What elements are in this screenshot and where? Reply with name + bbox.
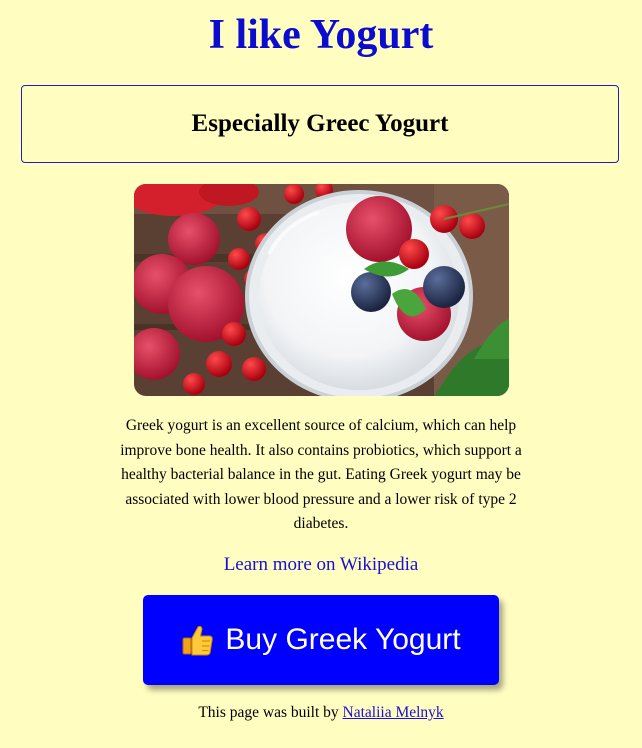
page-title: I like Yogurt	[208, 12, 434, 58]
wiki-link-container: Learn more on Wikipedia	[0, 553, 642, 577]
description-text: Greek yogurt is an excellent source of c…	[120, 417, 522, 532]
buy-greek-yogurt-button[interactable]: Buy Greek Yogurt	[143, 595, 499, 685]
footer-prefix: This page was built by	[198, 704, 339, 721]
buy-button-label: Buy Greek Yogurt	[225, 623, 461, 656]
author-link[interactable]: Nataliia Melnyk	[343, 704, 444, 721]
wikipedia-link[interactable]: Learn more on Wikipedia	[224, 554, 419, 575]
subtitle-box: Especially Greec Yogurt	[21, 85, 619, 163]
thumbs-up-icon	[181, 623, 215, 657]
footer: This page was built by Nataliia Melnyk	[0, 702, 642, 724]
greek-yogurt-image	[134, 184, 509, 396]
page-subtitle: Especially Greec Yogurt	[191, 110, 449, 137]
